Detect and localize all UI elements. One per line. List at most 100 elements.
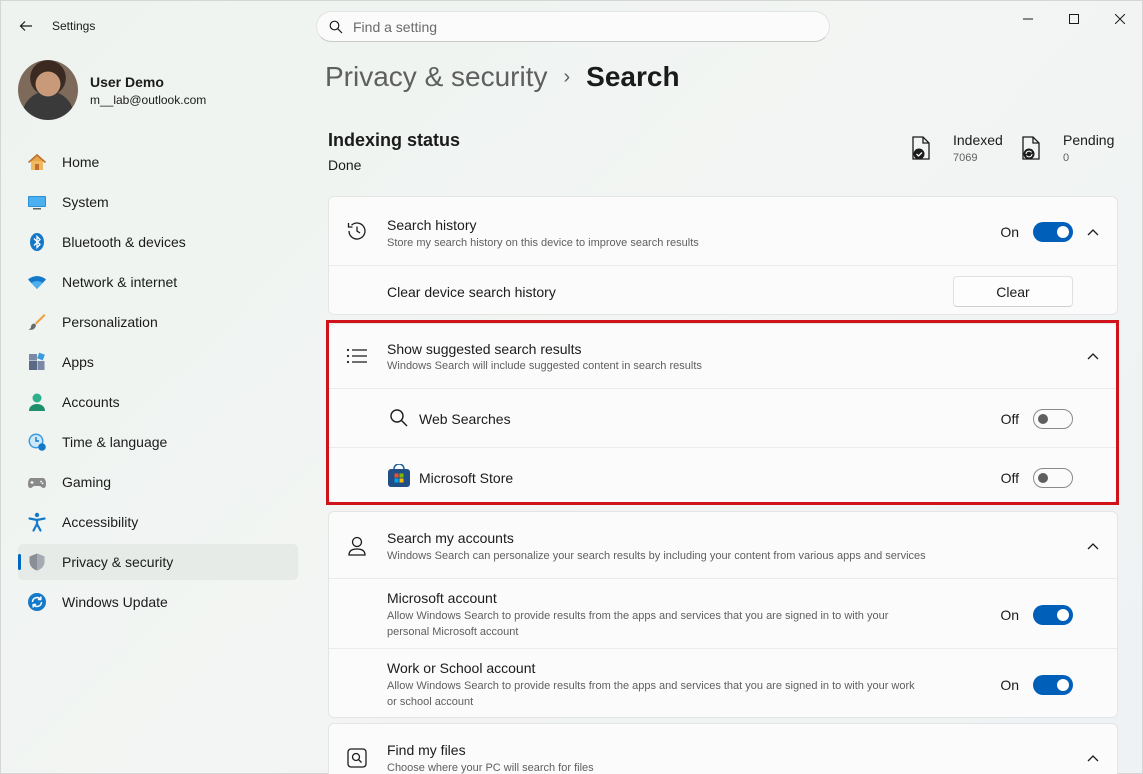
search-box[interactable] — [316, 11, 830, 42]
settings-window: Settings User Demo m__lab@outlook.com Ho… — [0, 0, 1143, 774]
sidebar-item-label: Bluetooth & devices — [62, 234, 186, 250]
user-profile[interactable]: User Demo m__lab@outlook.com — [18, 59, 206, 121]
web-searches-label: Web Searches — [419, 411, 511, 427]
indexed-label: Indexed — [953, 132, 1003, 148]
minimize-button[interactable] — [1008, 9, 1048, 29]
web-searches-toggle[interactable] — [1033, 409, 1073, 429]
sidebar-item-label: Apps — [62, 354, 94, 370]
user-email: m__lab@outlook.com — [90, 92, 207, 107]
user-name: User Demo — [90, 73, 164, 90]
back-button[interactable] — [15, 15, 37, 37]
microsoft-account-title: Microsoft account — [387, 590, 497, 606]
web-searches-state: Off — [1000, 411, 1019, 427]
microsoft-store-row: Microsoft Store Off — [329, 448, 1117, 504]
chevron-up-icon[interactable] — [1085, 750, 1101, 766]
microsoft-account-state: On — [1000, 607, 1019, 623]
shield-icon — [27, 552, 47, 572]
sidebar-item-label: Home — [62, 154, 100, 170]
search-accounts-title: Search my accounts — [387, 530, 514, 546]
avatar — [18, 60, 78, 120]
sidebar-item-accessibility[interactable]: Accessibility — [18, 504, 298, 540]
sidebar-item-network[interactable]: Network & internet — [18, 264, 298, 300]
search-history-card: Search history Store my search history o… — [328, 196, 1118, 315]
breadcrumb-separator: › — [563, 65, 571, 88]
accessibility-icon — [27, 512, 47, 532]
breadcrumb-parent[interactable]: Privacy & security — [325, 61, 548, 93]
indexed-count: 7069 — [953, 152, 978, 164]
search-history-toggle[interactable] — [1033, 222, 1073, 242]
search-history-row[interactable]: Search history Store my search history o… — [329, 197, 1117, 266]
sidebar-item-label: Windows Update — [62, 594, 168, 610]
work-school-account-state: On — [1000, 677, 1019, 693]
search-icon — [329, 20, 343, 33]
sidebar-item-accounts[interactable]: Accounts — [18, 384, 298, 420]
apps-icon — [27, 352, 47, 372]
sidebar-item-apps[interactable]: Apps — [18, 344, 298, 380]
find-my-files-desc: Choose where your PC will search for fil… — [387, 762, 594, 774]
brush-icon — [27, 312, 47, 332]
chevron-up-icon[interactable] — [1085, 224, 1101, 240]
file-search-icon — [345, 746, 369, 770]
work-school-account-title: Work or School account — [387, 660, 536, 676]
chevron-up-icon[interactable] — [1085, 538, 1101, 554]
clear-history-row: Clear device search history Clear — [329, 266, 1117, 316]
work-school-account-desc-line2: or school account — [387, 696, 474, 708]
microsoft-store-icon — [387, 464, 411, 488]
chevron-up-icon[interactable] — [1085, 348, 1101, 364]
microsoft-account-row: Microsoft account Allow Windows Search t… — [329, 579, 1117, 649]
sidebar-item-label: Accessibility — [62, 514, 139, 530]
app-title: Settings — [52, 19, 96, 33]
find-my-files-row[interactable]: Find my files Choose where your PC will … — [329, 724, 1117, 774]
search-accounts-row[interactable]: Search my accounts Windows Search can pe… — [329, 512, 1117, 579]
sidebar-item-home[interactable]: Home — [18, 144, 298, 180]
sidebar-item-personalization[interactable]: Personalization — [18, 304, 298, 340]
title-bar: Settings — [1, 1, 1142, 51]
suggested-results-desc: Windows Search will include suggested co… — [387, 360, 702, 372]
clear-history-label: Clear device search history — [387, 284, 556, 300]
work-school-account-row: Work or School account Allow Windows Sea… — [329, 649, 1117, 717]
pending-file-icon — [1022, 136, 1040, 160]
search-input[interactable] — [353, 18, 793, 35]
search-accounts-desc: Windows Search can personalize your sear… — [387, 550, 926, 562]
microsoft-store-label: Microsoft Store — [419, 470, 514, 486]
home-icon — [27, 152, 47, 172]
search-icon — [387, 406, 411, 430]
suggested-results-row[interactable]: Show suggested search results Windows Se… — [329, 324, 1117, 389]
history-icon — [345, 219, 369, 243]
work-school-account-toggle[interactable] — [1033, 675, 1073, 695]
microsoft-store-toggle[interactable] — [1033, 468, 1073, 488]
sidebar-item-label: Time & language — [62, 434, 168, 450]
search-history-desc: Store my search history on this device t… — [387, 237, 699, 249]
sidebar-item-privacy-security[interactable]: Privacy & security — [18, 544, 298, 580]
person-icon — [345, 534, 369, 558]
sidebar-item-label: Gaming — [62, 474, 112, 490]
wifi-icon — [27, 272, 47, 292]
indexed-stat: Indexed 7069 — [911, 132, 1003, 164]
clock-globe-icon — [27, 432, 47, 452]
accounts-icon — [27, 392, 47, 412]
sidebar-item-windows-update[interactable]: Windows Update — [18, 584, 298, 620]
indexing-status-title: Indexing status — [328, 130, 461, 150]
sidebar-item-gaming[interactable]: Gaming — [18, 464, 298, 500]
search-history-state: On — [1000, 224, 1019, 240]
maximize-icon — [1069, 14, 1079, 24]
clear-button[interactable]: Clear — [953, 276, 1073, 307]
sidebar-item-label: Network & internet — [62, 274, 178, 290]
sidebar-item-label: Personalization — [62, 314, 158, 330]
web-searches-row: Web Searches Off — [329, 389, 1117, 448]
sidebar-item-bluetooth[interactable]: Bluetooth & devices — [18, 224, 298, 260]
maximize-button[interactable] — [1054, 9, 1094, 29]
close-button[interactable] — [1100, 9, 1140, 29]
pending-stat: Pending 0 — [1021, 132, 1114, 164]
microsoft-account-toggle[interactable] — [1033, 605, 1073, 625]
suggested-results-card: Show suggested search results Windows Se… — [328, 323, 1118, 503]
sidebar-item-label: Accounts — [62, 394, 120, 410]
microsoft-account-desc-line1: Allow Windows Search to provide results … — [387, 610, 889, 622]
indexed-file-icon — [912, 136, 930, 160]
gamepad-icon — [27, 472, 47, 492]
find-my-files-title: Find my files — [387, 742, 466, 758]
sidebar-item-time-language[interactable]: Time & language — [18, 424, 298, 460]
sidebar-item-system[interactable]: System — [18, 184, 298, 220]
indexing-status-value: Done — [328, 157, 362, 173]
minimize-icon — [1023, 18, 1033, 20]
